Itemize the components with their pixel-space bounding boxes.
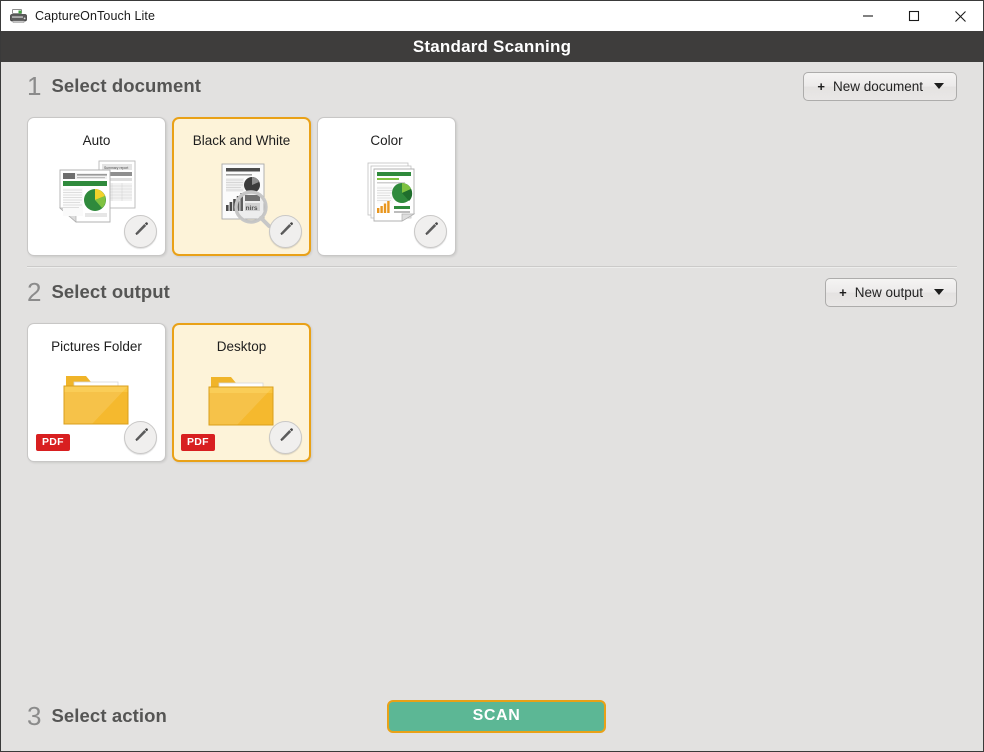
- svg-text:Summary report: Summary report: [104, 166, 128, 170]
- title-bar: CaptureOnTouch Lite: [1, 1, 983, 31]
- edit-output-desktop-button[interactable]: [269, 421, 302, 454]
- chevron-down-icon[interactable]: [934, 289, 944, 295]
- edit-document-color-button[interactable]: [414, 215, 447, 248]
- step-number-3: 3: [27, 701, 42, 731]
- output-format-badge: PDF: [181, 434, 215, 451]
- output-tile-row: Pictures Folder PDF Desktop PDF: [27, 323, 957, 462]
- document-tile-black-and-white[interactable]: Black and White nirs: [172, 117, 311, 256]
- pencil-icon: [278, 427, 294, 448]
- pencil-icon: [133, 221, 149, 242]
- page-title: Standard Scanning: [412, 36, 572, 56]
- output-tile-pictures-folder[interactable]: Pictures Folder PDF: [27, 323, 166, 462]
- edit-document-black-and-white-button[interactable]: [269, 215, 302, 248]
- section-header-select-document: 1 Select document + New document: [27, 62, 957, 110]
- page-header: Standard Scanning: [1, 31, 983, 62]
- step-label-select-output: Select output: [51, 281, 170, 302]
- scanner-icon: [10, 8, 27, 24]
- window-controls: [845, 1, 983, 31]
- edit-output-pictures-folder-button[interactable]: [124, 421, 157, 454]
- step-label-select-document: Select document: [51, 75, 202, 96]
- scan-button-label: SCAN: [472, 707, 521, 724]
- window-title: CaptureOnTouch Lite: [35, 9, 156, 23]
- new-output-button[interactable]: + New output: [825, 277, 957, 307]
- plus-icon: +: [839, 284, 847, 300]
- document-tile-color[interactable]: Color: [317, 117, 456, 256]
- tile-title: Black and White: [192, 133, 291, 148]
- tile-title: Auto: [82, 133, 111, 148]
- maximize-icon[interactable]: [891, 1, 937, 31]
- new-document-button[interactable]: + New document: [803, 71, 957, 101]
- tile-title: Pictures Folder: [51, 339, 142, 354]
- scan-button[interactable]: SCAN: [387, 699, 606, 733]
- pencil-icon: [278, 221, 294, 242]
- document-tile-row: Auto Summary report Black and White nirs…: [27, 117, 957, 256]
- plus-icon: +: [817, 78, 825, 94]
- section-header-select-action: 3 Select action SCAN: [27, 695, 957, 737]
- edit-document-auto-button[interactable]: [124, 215, 157, 248]
- output-tile-desktop[interactable]: Desktop PDF: [172, 323, 311, 462]
- step-label-select-action: Select action: [51, 705, 167, 726]
- minimize-icon[interactable]: [845, 1, 891, 31]
- tile-title: Color: [370, 133, 403, 148]
- step-number-2: 2: [27, 277, 42, 307]
- pencil-icon: [423, 221, 439, 242]
- pencil-icon: [133, 427, 149, 448]
- output-format-badge: PDF: [36, 434, 70, 451]
- tile-title: Desktop: [216, 339, 267, 354]
- chevron-down-icon[interactable]: [934, 83, 944, 89]
- app-window: CaptureOnTouch Lite Standard Scanning 1 …: [0, 0, 984, 752]
- new-output-label: New output: [854, 284, 923, 300]
- section-header-select-output: 2 Select output + New output: [27, 268, 957, 316]
- new-document-label: New document: [832, 78, 923, 94]
- step-number-1: 1: [27, 71, 42, 101]
- document-tile-auto[interactable]: Auto Summary report: [27, 117, 166, 256]
- close-icon[interactable]: [937, 1, 983, 31]
- main-content: 1 Select document + New document Auto Su…: [1, 62, 983, 751]
- title-bar-left: CaptureOnTouch Lite: [1, 8, 156, 24]
